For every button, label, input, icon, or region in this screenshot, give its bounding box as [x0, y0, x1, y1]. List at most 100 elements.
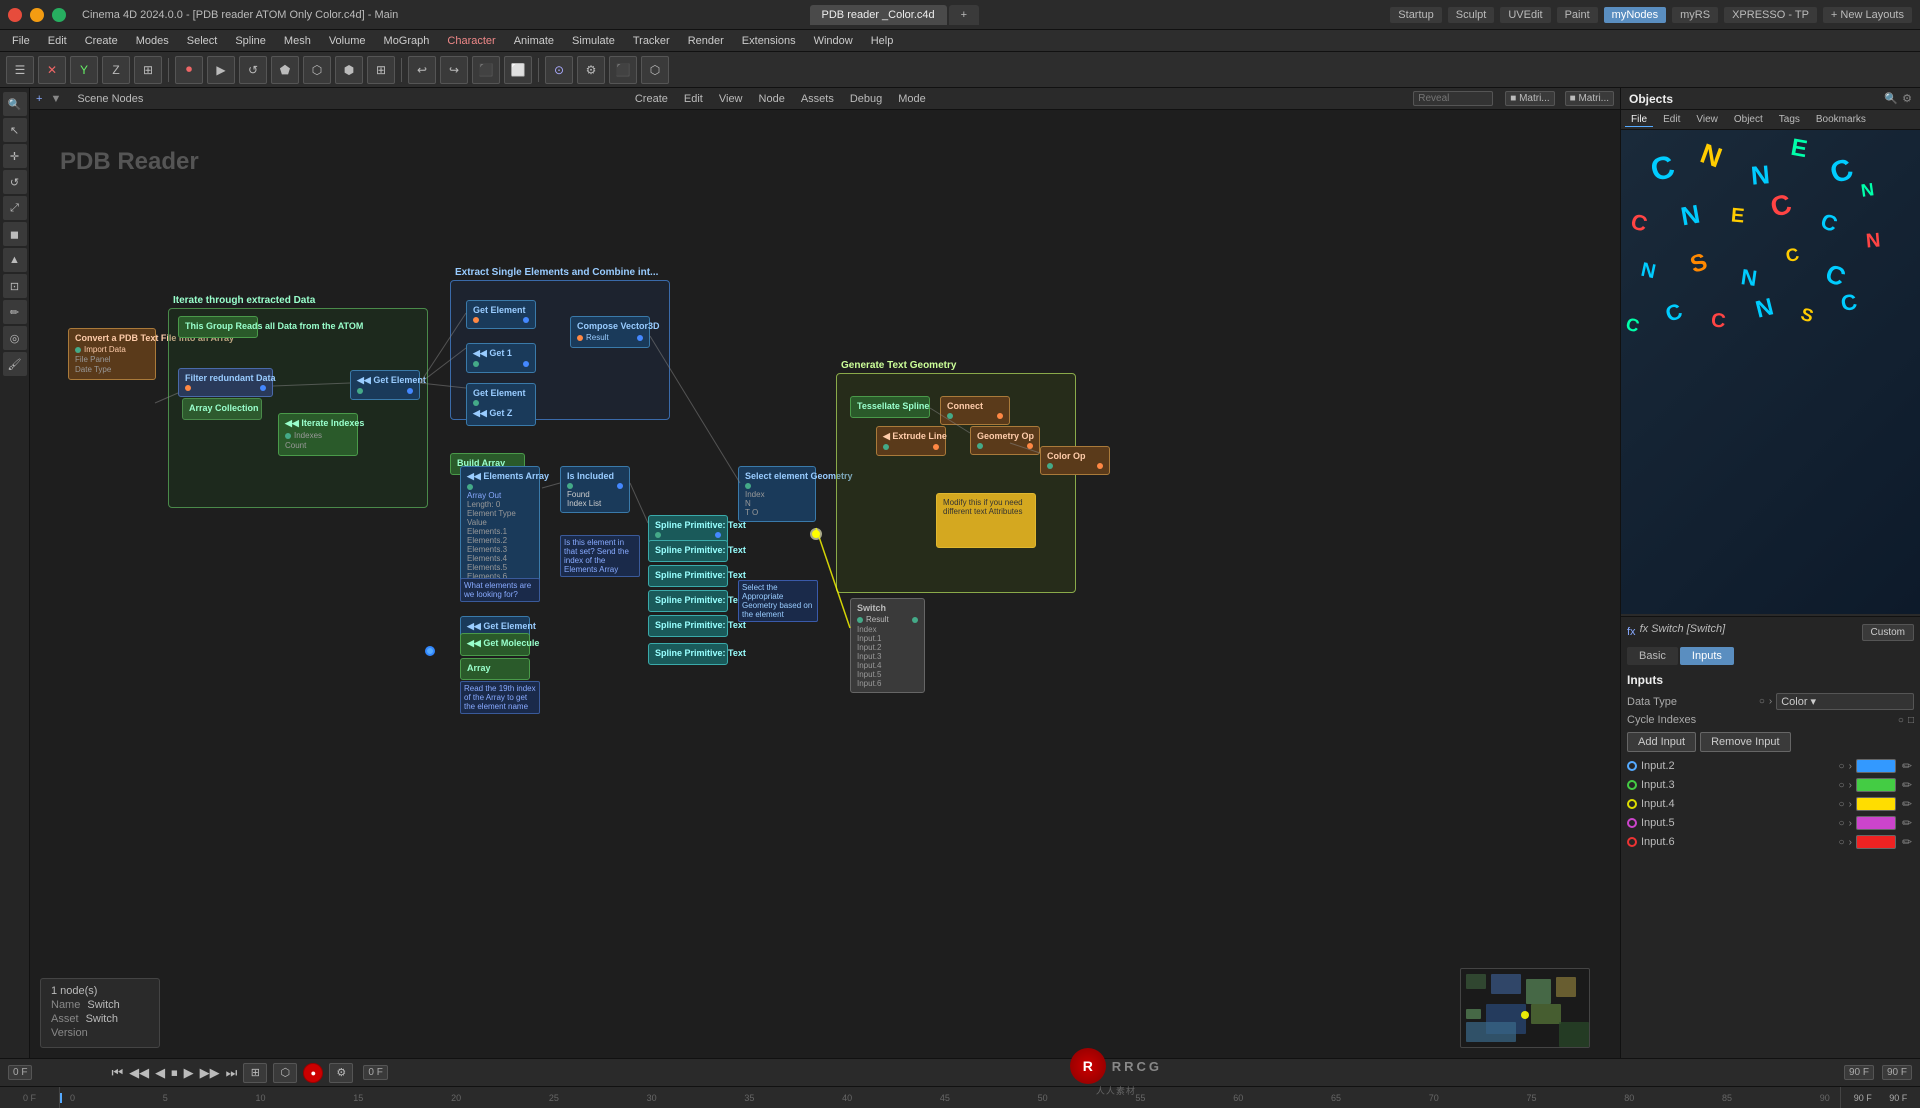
sidebar-paint[interactable]: 🖌: [3, 352, 27, 376]
toolbar-x-btn[interactable]: ✕: [38, 56, 66, 84]
array2-node[interactable]: Array: [460, 658, 530, 680]
connect-node[interactable]: Connect: [940, 396, 1010, 425]
sidebar-snap[interactable]: ⊡: [3, 274, 27, 298]
elements-array-node[interactable]: ◀◀ Elements Array Array Out Length: 0 El…: [460, 466, 540, 586]
filter-redundant-node[interactable]: Filter redundant Data: [178, 368, 273, 397]
tl-frame-end2[interactable]: 90 F: [1882, 1065, 1912, 1080]
getz-node[interactable]: Get Element ◀◀ Get Z: [466, 383, 536, 426]
tl-back-btn[interactable]: ◀: [155, 1065, 165, 1081]
get1-node[interactable]: ◀◀ Get 1: [466, 343, 536, 373]
sidebar-brush[interactable]: ✏: [3, 300, 27, 324]
compose-vector3d-node[interactable]: Compose Vector3D Result: [570, 316, 650, 348]
toolbar-loop-btn[interactable]: ↺: [239, 56, 267, 84]
sculpt-btn[interactable]: Sculpt: [1448, 7, 1495, 23]
input3-edit-btn[interactable]: ✏: [1900, 778, 1914, 792]
import-data-node[interactable]: Convert a PDB Text File into an Array Im…: [68, 328, 156, 380]
tl-last-btn[interactable]: ⏭: [226, 1065, 238, 1081]
obj-tab-edit[interactable]: Edit: [1657, 113, 1686, 126]
input3-circle[interactable]: [1627, 780, 1637, 790]
uvedit-btn[interactable]: UVEdit: [1500, 7, 1550, 23]
tessellate-spline-node[interactable]: Tessellate Spline: [850, 396, 930, 418]
toolbar-shape3-btn[interactable]: ⬢: [335, 56, 363, 84]
add-input-btn[interactable]: Add Input: [1627, 732, 1696, 752]
menu-select[interactable]: Select: [179, 33, 226, 49]
tl-ff-btn[interactable]: ▶▶: [200, 1065, 220, 1081]
toolbar-render2-btn[interactable]: ⬡: [641, 56, 669, 84]
menu-character[interactable]: Character: [439, 33, 503, 49]
obj-tab-tags[interactable]: Tags: [1773, 113, 1806, 126]
toolbar-record-btn[interactable]: ⏺: [175, 56, 203, 84]
tl-first-btn[interactable]: ⏮: [111, 1065, 123, 1081]
menu-modes[interactable]: Modes: [128, 33, 177, 49]
input2-circle[interactable]: [1627, 761, 1637, 771]
spline-prim4-node[interactable]: Spline Primitive: Text: [648, 590, 728, 612]
tl-frame-end1[interactable]: 90 F: [1844, 1065, 1874, 1080]
myrs-btn[interactable]: myRS: [1672, 7, 1718, 23]
obj-tab-file[interactable]: File: [1625, 113, 1653, 127]
toolbar-z-btn[interactable]: Z: [102, 56, 130, 84]
toolbar-mag-btn[interactable]: ⊞: [367, 56, 395, 84]
toolbar-circle-btn[interactable]: ⊙: [545, 56, 573, 84]
obj-tab-view[interactable]: View: [1690, 113, 1724, 126]
menu-window[interactable]: Window: [806, 33, 861, 49]
menu-edit[interactable]: Edit: [40, 33, 75, 49]
spline-prim2-node[interactable]: Spline Primitive: Text: [648, 540, 728, 562]
toolbar-grid-btn[interactable]: ⊞: [134, 56, 162, 84]
node-canvas[interactable]: PDB Reader Convert a PDB Text File into …: [30, 88, 1620, 1058]
input6-edit-btn[interactable]: ✏: [1900, 835, 1914, 849]
sidebar-select[interactable]: ↖: [3, 118, 27, 142]
sidebar-search[interactable]: 🔍: [3, 92, 27, 116]
input5-color-swatch[interactable]: [1856, 816, 1896, 830]
menu-animate[interactable]: Animate: [506, 33, 562, 49]
color-op-node[interactable]: Color Op: [1040, 446, 1110, 475]
toolbar-obj-btn[interactable]: ⬛: [472, 56, 500, 84]
obj-tab-bookmarks[interactable]: Bookmarks: [1810, 113, 1872, 126]
input5-edit-btn[interactable]: ✏: [1900, 816, 1914, 830]
new-layouts-btn[interactable]: + New Layouts: [1823, 7, 1912, 23]
startup-btn[interactable]: Startup: [1390, 7, 1441, 23]
array-collection-node[interactable]: Array Collection: [182, 398, 262, 420]
obj-search-btn[interactable]: 🔍: [1884, 92, 1898, 105]
note-node[interactable]: Modify this if you need different text A…: [936, 493, 1036, 548]
input2-color-swatch[interactable]: [1856, 759, 1896, 773]
get-element-extract-node[interactable]: Get Element: [466, 300, 536, 329]
custom-dropdown[interactable]: Custom: [1862, 624, 1914, 641]
menu-create[interactable]: Create: [77, 33, 126, 49]
input6-circle[interactable]: [1627, 837, 1637, 847]
this-group-node[interactable]: This Group Reads all Data from the ATOM: [178, 316, 258, 338]
input4-circle[interactable]: [1627, 799, 1637, 809]
menu-render[interactable]: Render: [680, 33, 732, 49]
active-tab[interactable]: PDB reader _Color.c4d: [810, 5, 947, 25]
obj-settings-btn[interactable]: ⚙: [1902, 92, 1912, 105]
get-element-node[interactable]: ◀◀ Get Element: [350, 370, 420, 400]
sidebar-rotate[interactable]: ↺: [3, 170, 27, 194]
sidebar-poly2[interactable]: ▲: [3, 248, 27, 272]
menu-help[interactable]: Help: [863, 33, 902, 49]
toolbar-icon-1[interactable]: ☰: [6, 56, 34, 84]
attr-tab-inputs[interactable]: Inputs: [1680, 647, 1734, 665]
maximize-button[interactable]: [52, 8, 66, 22]
xpresso-btn[interactable]: XPRESSO - TP: [1724, 7, 1817, 23]
node-editor[interactable]: + ▼ Scene Nodes Create Edit View Node As…: [30, 88, 1620, 1058]
sidebar-scale[interactable]: ⤢: [3, 196, 27, 220]
attr-tab-basic[interactable]: Basic: [1627, 647, 1678, 665]
input6-color-swatch[interactable]: [1856, 835, 1896, 849]
paint-btn[interactable]: Paint: [1557, 7, 1598, 23]
menu-spline[interactable]: Spline: [227, 33, 274, 49]
spline-prim3-node[interactable]: Spline Primitive: Text: [648, 565, 728, 587]
tl-stop-btn[interactable]: ⏹: [171, 1065, 178, 1081]
switch-node[interactable]: Switch Result Index Input.1 Input.2 Inpu…: [850, 598, 925, 693]
input4-edit-btn[interactable]: ✏: [1900, 797, 1914, 811]
input4-color-swatch[interactable]: [1856, 797, 1896, 811]
mynodes-btn[interactable]: myNodes: [1604, 7, 1666, 23]
sidebar-sculpt[interactable]: ◎: [3, 326, 27, 350]
sidebar-poly1[interactable]: ◼: [3, 222, 27, 246]
input5-circle[interactable]: [1627, 818, 1637, 828]
menu-mograph[interactable]: MoGraph: [376, 33, 438, 49]
menu-volume[interactable]: Volume: [321, 33, 374, 49]
extrude-line-node[interactable]: ◀ Extrude Line: [876, 426, 946, 456]
toolbar-shape1-btn[interactable]: ⬟: [271, 56, 299, 84]
get-molecule-node[interactable]: ◀◀ Get Molecule: [460, 633, 530, 656]
iterate-indexes-node[interactable]: ◀◀ Iterate Indexes Indexes Count: [278, 413, 358, 456]
datatype-dropdown[interactable]: Color ▾: [1776, 693, 1914, 710]
